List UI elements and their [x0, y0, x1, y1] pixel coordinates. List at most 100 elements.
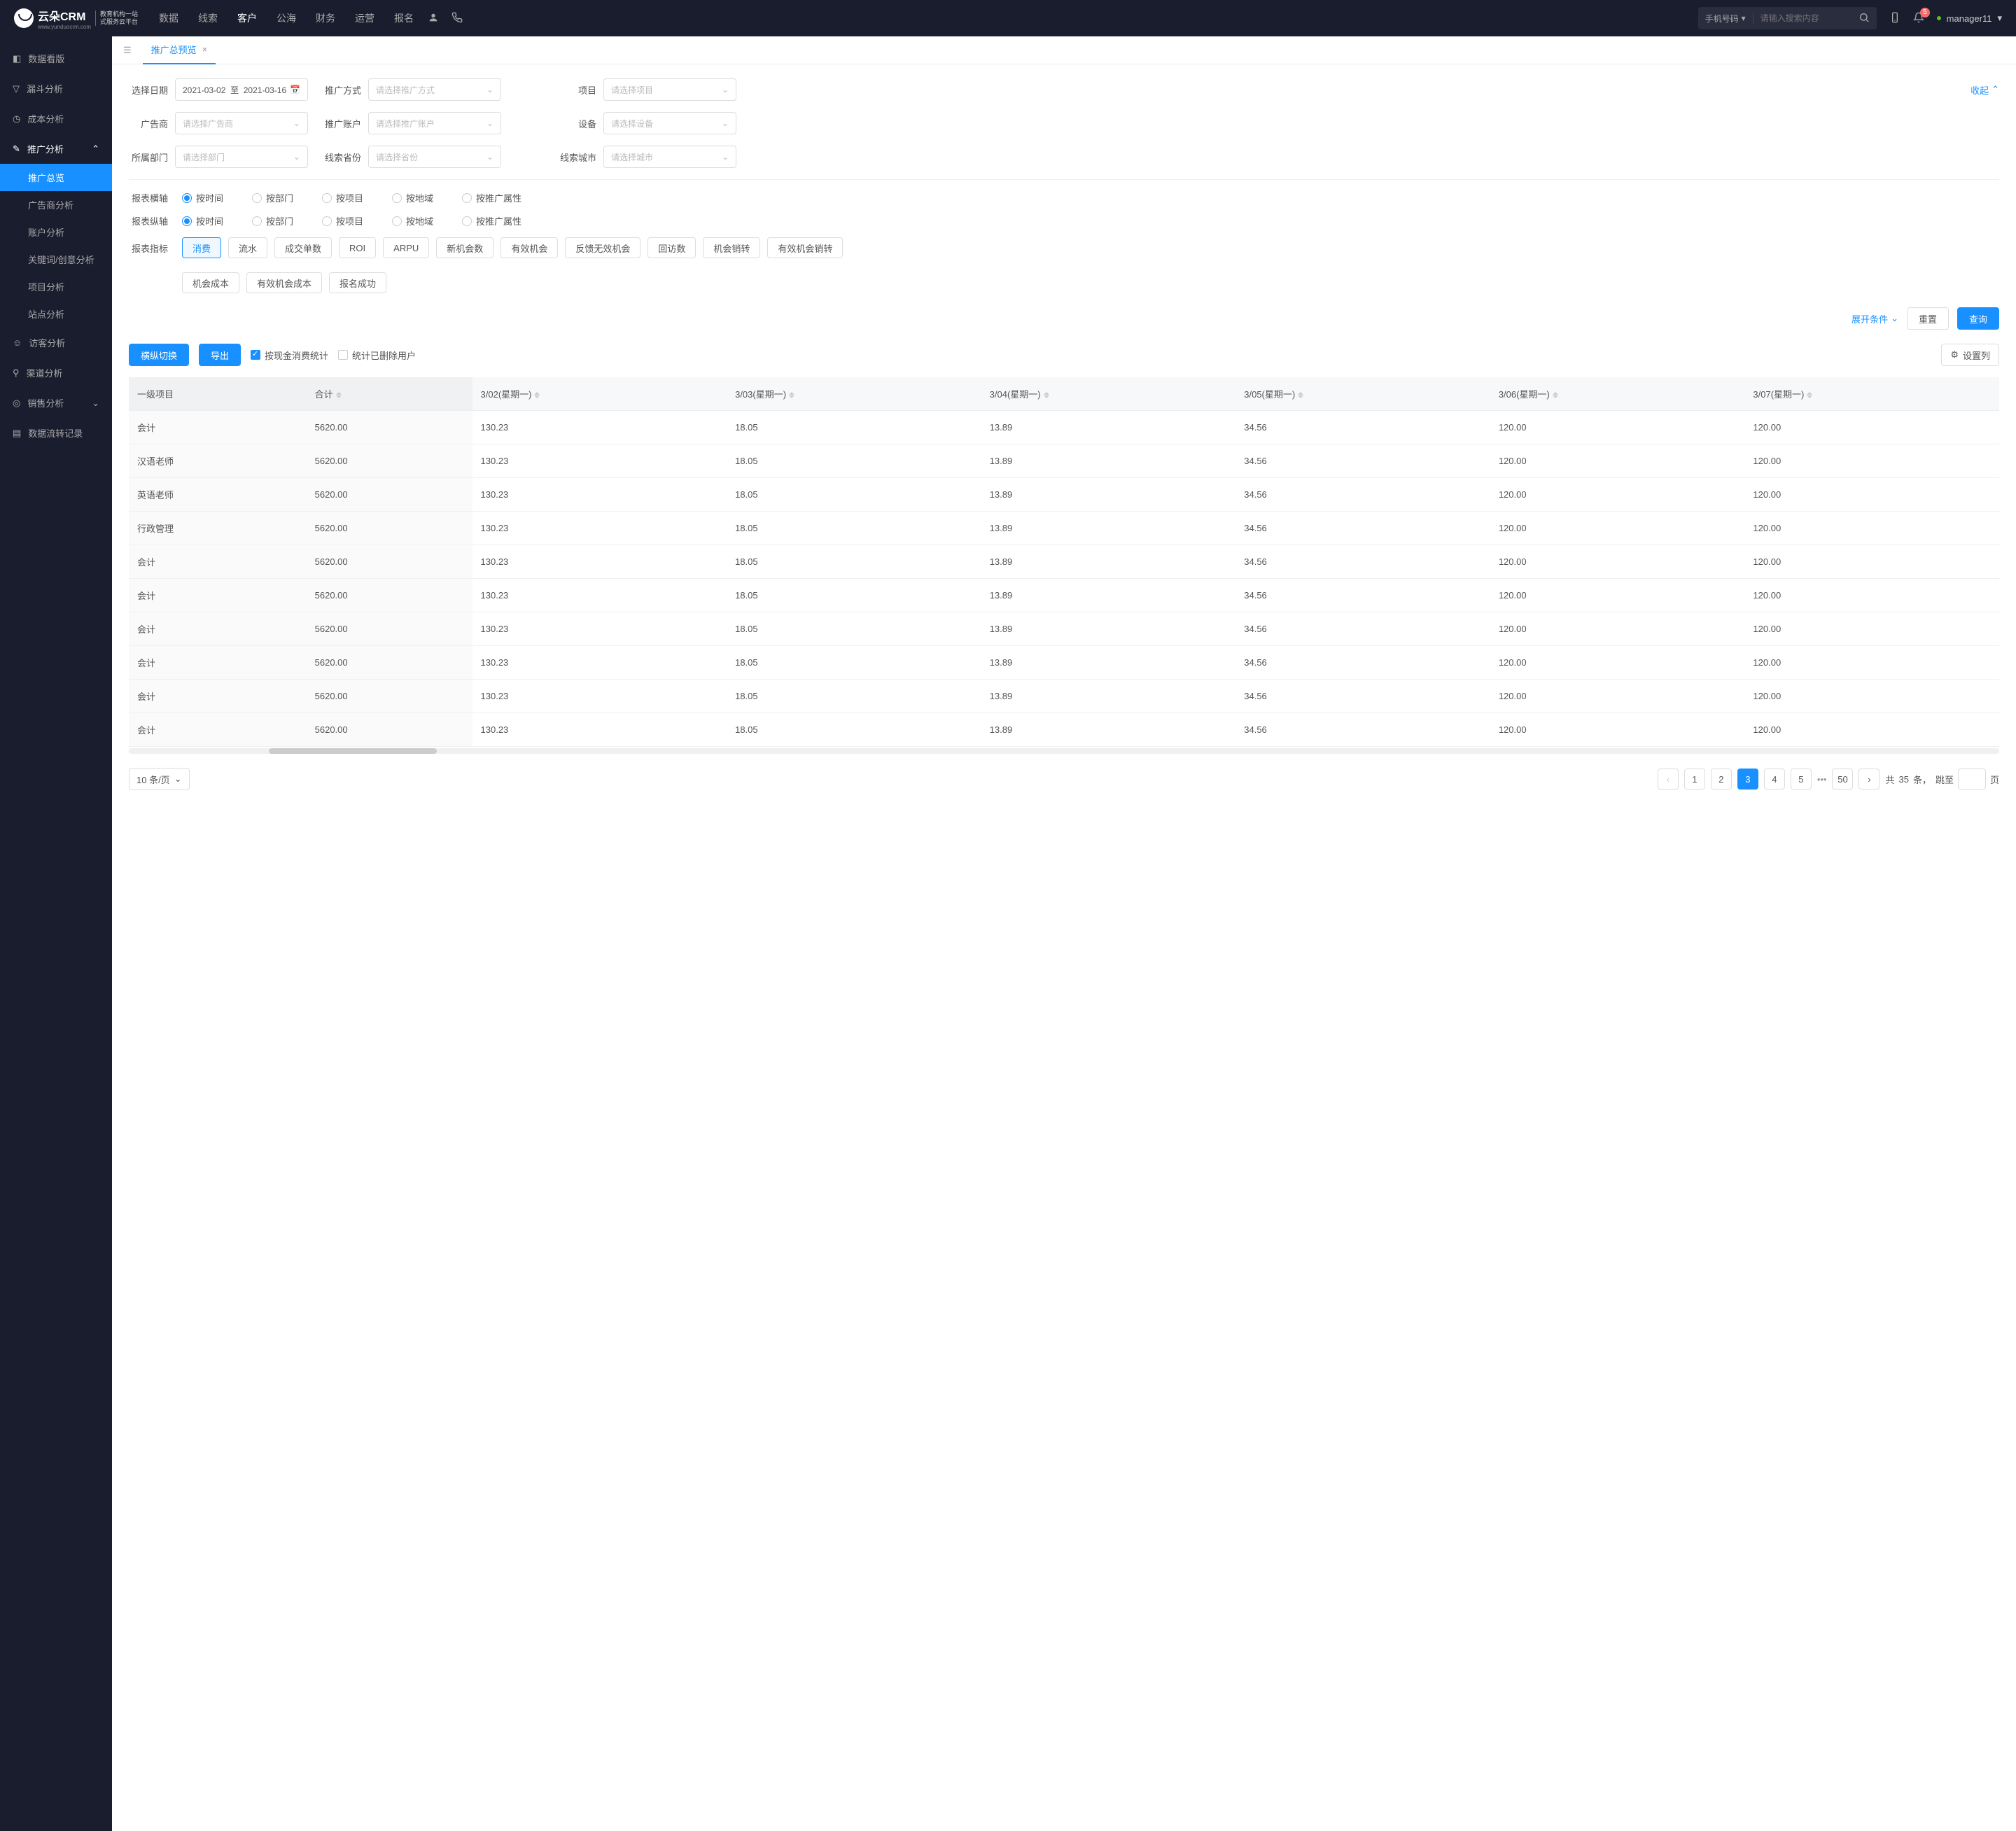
phone-icon[interactable] [451, 12, 463, 25]
metric-tag-12[interactable]: 有效机会成本 [246, 272, 322, 293]
metric-tag-11[interactable]: 机会成本 [182, 272, 239, 293]
h-axis-opts-option-0[interactable]: 按时间 [182, 191, 231, 204]
query-button[interactable]: 查询 [1957, 307, 1999, 330]
nav-item-4[interactable]: 财务 [316, 11, 335, 25]
nav-item-1[interactable]: 线索 [198, 11, 218, 25]
nav-item-3[interactable]: 公海 [276, 11, 296, 25]
expand-conditions-button[interactable]: 展开条件⌄ [1851, 312, 1898, 325]
bell-icon[interactable]: 5 [1913, 12, 1924, 25]
sidebar-subitem-3-5[interactable]: 站点分析 [0, 300, 112, 328]
search-input[interactable] [1754, 13, 1851, 23]
sidebar-subitem-3-1[interactable]: 广告商分析 [0, 191, 112, 218]
sidebar-subitem-3-3[interactable]: 关键词/创意分析 [0, 246, 112, 273]
date-range-input[interactable]: 2021-03-02 至 2021-03-16 📅 [175, 78, 308, 101]
v-axis-opts-option-2[interactable]: 按项目 [322, 214, 371, 227]
sidebar-item-5[interactable]: ⚲渠道分析 [0, 358, 112, 388]
province-select[interactable]: 请选择省份⌄ [368, 146, 501, 168]
v-axis-opts-option-1[interactable]: 按部门 [252, 214, 301, 227]
deleted-user-checkbox[interactable]: 统计已删除用户 [338, 349, 416, 362]
sidebar-item-0[interactable]: ◧数据看版 [0, 43, 112, 73]
export-button[interactable]: 导出 [199, 344, 241, 366]
metric-tag-9[interactable]: 机会销转 [703, 237, 760, 258]
col-date-3[interactable]: 3/05(星期一) [1236, 377, 1490, 411]
cash-stat-checkbox[interactable]: 按现金消费统计 [251, 349, 328, 362]
col-name[interactable]: 一级项目 [129, 377, 307, 411]
nav-item-2[interactable]: 客户 [237, 11, 257, 25]
v-axis-opts-option-3[interactable]: 按地域 [392, 214, 441, 227]
account-select[interactable]: 请选择推广账户⌄ [368, 112, 501, 134]
tab-menu-icon[interactable]: ☰ [119, 45, 136, 56]
page-button-1[interactable]: 1 [1684, 769, 1705, 790]
switch-axis-button[interactable]: 横纵切换 [129, 344, 189, 366]
v-axis-opts-option-4[interactable]: 按推广属性 [462, 214, 522, 227]
radio-icon [462, 193, 472, 203]
horizontal-scrollbar[interactable] [129, 748, 1999, 754]
sidebar-item-6[interactable]: ◎销售分析⌄ [0, 388, 112, 418]
page-next-button[interactable]: › [1858, 769, 1879, 790]
sidebar-item-2[interactable]: ◷成本分析 [0, 104, 112, 134]
h-axis-opts-option-4[interactable]: 按推广属性 [462, 191, 522, 204]
reset-button[interactable]: 重置 [1907, 307, 1949, 330]
sidebar-item-3[interactable]: ✎推广分析⌃ [0, 134, 112, 164]
sidebar-item-4[interactable]: ☺访客分析 [0, 328, 112, 358]
page-button-3[interactable]: 3 [1737, 769, 1758, 790]
search-icon[interactable] [1851, 12, 1877, 25]
col-date-1[interactable]: 3/03(星期一) [727, 377, 981, 411]
advertiser-select[interactable]: 请选择广告商⌄ [175, 112, 308, 134]
chevron-up-icon: ⌃ [92, 143, 99, 155]
page-last-button[interactable]: 50 [1832, 769, 1853, 790]
device-select[interactable]: 请选择设备⌄ [603, 112, 736, 134]
page-prev-button[interactable]: ‹ [1658, 769, 1679, 790]
metric-tag-10[interactable]: 有效机会销转 [767, 237, 843, 258]
col-date-2[interactable]: 3/04(星期一) [981, 377, 1236, 411]
cell-name: 会计 [129, 646, 307, 680]
metric-tag-4[interactable]: ARPU [383, 237, 429, 258]
col-total[interactable]: 合计 [307, 377, 472, 411]
flow-icon: ▤ [13, 428, 21, 439]
metric-tag-8[interactable]: 回访数 [648, 237, 696, 258]
col-date-5[interactable]: 3/07(星期一) [1744, 377, 1999, 411]
h-axis-opts-option-1[interactable]: 按部门 [252, 191, 301, 204]
metric-tag-7[interactable]: 反馈无效机会 [565, 237, 640, 258]
metric-tag-5[interactable]: 新机会数 [436, 237, 493, 258]
page-jump-input[interactable] [1958, 769, 1986, 790]
nav-item-0[interactable]: 数据 [159, 11, 178, 25]
metric-tag-6[interactable]: 有效机会 [500, 237, 558, 258]
department-select[interactable]: 请选择部门⌄ [175, 146, 308, 168]
city-select[interactable]: 请选择城市⌄ [603, 146, 736, 168]
metric-tag-13[interactable]: 报名成功 [329, 272, 386, 293]
nav-item-6[interactable]: 报名 [394, 11, 414, 25]
user-icon[interactable] [428, 12, 439, 25]
sidebar-item-7[interactable]: ▤数据流转记录 [0, 418, 112, 448]
page-button-2[interactable]: 2 [1711, 769, 1732, 790]
metric-tag-1[interactable]: 流水 [228, 237, 267, 258]
col-date-0[interactable]: 3/02(星期一) [472, 377, 727, 411]
page-button-4[interactable]: 4 [1764, 769, 1785, 790]
search-type-select[interactable]: 手机号码 ▾ [1698, 13, 1754, 24]
metric-tag-0[interactable]: 消费 [182, 237, 221, 258]
page-button-5[interactable]: 5 [1791, 769, 1812, 790]
col-date-4[interactable]: 3/06(星期一) [1490, 377, 1745, 411]
nav-item-5[interactable]: 运营 [355, 11, 374, 25]
v-axis-opts-option-0[interactable]: 按时间 [182, 214, 231, 227]
cell-value: 34.56 [1236, 579, 1490, 612]
metric-tag-2[interactable]: 成交单数 [274, 237, 332, 258]
close-icon[interactable]: × [202, 44, 208, 55]
metric-tag-3[interactable]: ROI [339, 237, 376, 258]
user-menu[interactable]: manager11 ▾ [1937, 13, 2002, 24]
column-settings-button[interactable]: ⚙ 设置列 [1941, 344, 1999, 366]
project-select[interactable]: 请选择项目⌄ [603, 78, 736, 101]
sidebar-item-1[interactable]: ▽漏斗分析 [0, 73, 112, 104]
h-axis-opts-option-3[interactable]: 按地域 [392, 191, 441, 204]
h-axis-opts-option-2[interactable]: 按项目 [322, 191, 371, 204]
sort-icon [1044, 392, 1049, 398]
mobile-icon[interactable] [1889, 12, 1900, 25]
tab-promo-overview[interactable]: 推广总预览 × [143, 36, 216, 64]
page-size-select[interactable]: 10 条/页⌄ [129, 768, 190, 790]
sidebar-subitem-3-4[interactable]: 项目分析 [0, 273, 112, 300]
sidebar-subitem-3-2[interactable]: 账户分析 [0, 218, 112, 246]
sidebar-subitem-3-0[interactable]: 推广总览 [0, 164, 112, 191]
collapse-button[interactable]: 收起⌃ [1970, 83, 1999, 97]
method-select[interactable]: 请选择推广方式⌄ [368, 78, 501, 101]
cell-value: 120.00 [1744, 579, 1999, 612]
